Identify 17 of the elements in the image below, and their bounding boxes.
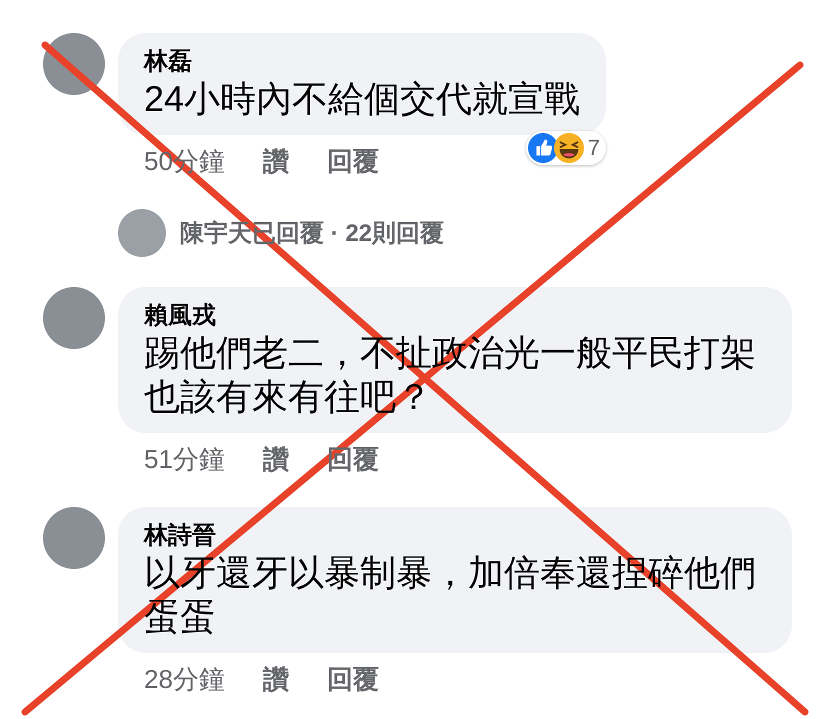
- author-name[interactable]: 林磊: [144, 47, 580, 77]
- reply-link[interactable]: 回覆: [326, 661, 379, 697]
- reply-link[interactable]: 回覆: [326, 143, 379, 179]
- like-link[interactable]: 讚: [262, 661, 289, 697]
- thumbs-up-icon: [528, 133, 558, 163]
- author-name[interactable]: 賴風戎: [144, 301, 766, 331]
- laughing-face-icon: [554, 133, 584, 163]
- reply-link[interactable]: 回覆: [326, 441, 379, 477]
- reactions-badge[interactable]: 7: [526, 131, 606, 165]
- like-link[interactable]: 讚: [262, 143, 289, 179]
- avatar-photo-placeholder[interactable]: [118, 209, 166, 257]
- comment-text: 24小時內不給個交代就宣戰: [144, 77, 580, 121]
- comment-time: 51分鐘: [144, 443, 225, 476]
- like-link[interactable]: 讚: [262, 441, 289, 477]
- comment-time: 28分鐘: [144, 663, 225, 696]
- author-name[interactable]: 林詩晉: [144, 521, 766, 551]
- reaction-count: 7: [588, 135, 600, 161]
